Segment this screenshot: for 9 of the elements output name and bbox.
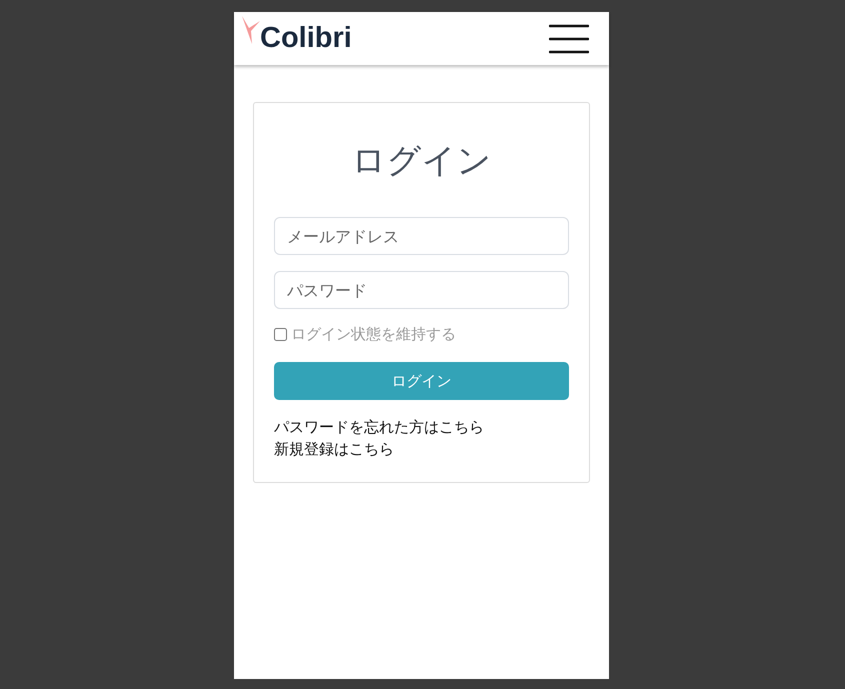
- text-link[interactable]: 新規登録はこちら: [274, 438, 569, 460]
- input-field[interactable]: パスワード: [274, 271, 569, 309]
- remember-label: ログイン状態を維持する: [291, 325, 456, 344]
- text-link[interactable]: パスワードを忘れた方はこちら: [274, 416, 569, 438]
- input-field[interactable]: メールアドレス: [274, 217, 569, 255]
- login-title: ログイン: [350, 140, 492, 183]
- remember-checkbox[interactable]: [274, 328, 287, 341]
- logo-text: Colibri: [260, 22, 352, 55]
- menu-icon[interactable]: [549, 24, 589, 54]
